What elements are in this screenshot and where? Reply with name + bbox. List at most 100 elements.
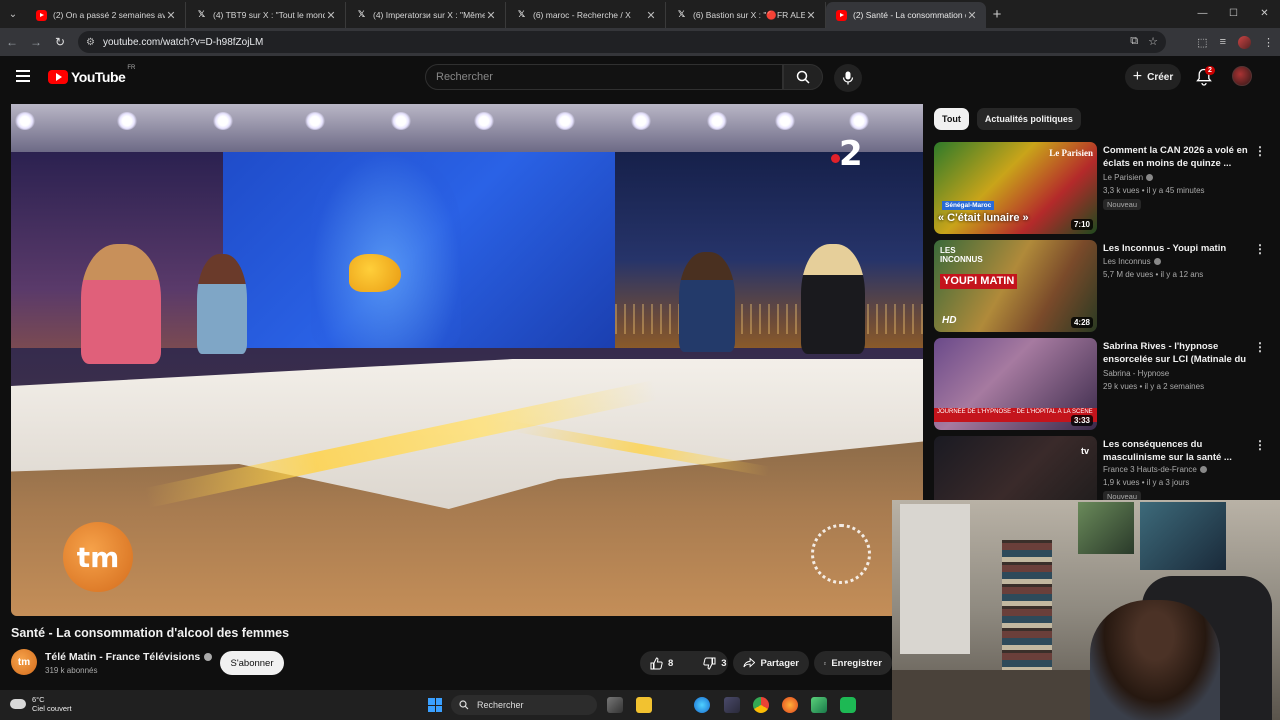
tab-close-icon[interactable]: ✕ (485, 9, 497, 22)
edge-browser-icon[interactable] (694, 697, 710, 713)
recommended-video[interactable]: tv Les conséquences du masculinisme sur … (934, 436, 1274, 500)
recommended-video-title[interactable]: Sabrina Rives - l'hypnose ensorcelée sur… (1103, 340, 1251, 366)
firefox-icon[interactable] (782, 697, 798, 713)
browser-tab-bar: ⌄ (2) On a passé 2 semaines avec ✕ 𝕏 (4)… (0, 0, 1280, 28)
recommended-channel[interactable]: France 3 Hauts-de-France (1103, 465, 1197, 474)
windows-start-icon[interactable] (428, 698, 442, 712)
create-button[interactable]: + Créer (1125, 64, 1181, 90)
reload-icon[interactable]: ↻ (48, 35, 72, 49)
media-controls-icon[interactable]: ≡ (1220, 36, 1226, 48)
share-button[interactable]: Partager (733, 651, 809, 675)
more-options-icon[interactable]: ⋮ (1254, 242, 1266, 256)
recommended-video-title[interactable]: Comment la CAN 2026 a volé en éclats en … (1103, 144, 1251, 170)
more-options-icon[interactable]: ⋮ (1254, 144, 1266, 158)
forward-arrow-icon[interactable]: → (24, 35, 48, 49)
recommended-video[interactable]: Le Parisien Sénégal-Maroc « C'était luna… (934, 142, 1274, 236)
recommended-channel[interactable]: Sabrina - Hypnose (1103, 369, 1169, 378)
store-icon[interactable] (724, 697, 740, 713)
recommended-channel-row: Le Parisien (1103, 173, 1154, 182)
thumbs-up-icon (650, 656, 663, 669)
like-button[interactable]: 8 (640, 651, 683, 675)
file-explorer-icon[interactable] (636, 697, 652, 713)
extensions-icon[interactable]: ⬚ (1197, 36, 1207, 49)
profile-avatar-icon[interactable] (1238, 35, 1251, 49)
video-thumbnail[interactable]: tv (934, 436, 1097, 500)
back-arrow-icon[interactable]: ← (0, 35, 24, 49)
more-options-icon[interactable]: ⋮ (1254, 340, 1266, 354)
chip-tout[interactable]: Tout (934, 108, 969, 130)
address-bar[interactable]: ⚙ youtube.com/watch?v=D-h98fZojLM ⧉ ☆ (78, 31, 1166, 53)
microphone-icon (842, 71, 854, 85)
more-options-icon[interactable]: ⋮ (1254, 438, 1266, 452)
browser-menu-icon[interactable]: ⋮ (1263, 36, 1274, 49)
tab-close-icon[interactable]: ✕ (645, 9, 657, 22)
browser-tab[interactable]: 𝕏 (4) Imperatorзи sur X : "Même ✕ (346, 2, 506, 28)
cast-icon[interactable]: ⧉ (1130, 35, 1138, 48)
share-arrow-icon (743, 657, 756, 668)
bookmark-icon (824, 661, 827, 665)
chrome-icon[interactable] (753, 697, 769, 713)
chip-actualites-politiques[interactable]: Actualités politiques (976, 108, 1081, 130)
close-window-icon[interactable]: ✕ (1249, 0, 1280, 28)
youtube-logo[interactable]: YouTube FR (48, 65, 135, 85)
recommended-video-title[interactable]: Les Inconnus - Youpi matin (1103, 242, 1251, 255)
channel-avatar[interactable]: tm (11, 649, 37, 675)
share-label: Partager (760, 657, 799, 669)
video-thumbnail[interactable]: LES INCONNUS YOUPI MATIN HD 4:28 (934, 240, 1097, 332)
subscriber-count: 319 k abonnés (45, 666, 98, 675)
subscribe-button[interactable]: S'abonner (220, 651, 284, 675)
video-thumbnail[interactable]: JOURNÉE DE L'HYPNOSE - DE L'HÔPITAL À LA… (934, 338, 1097, 430)
search-button[interactable] (783, 64, 823, 90)
webcam-desk (892, 670, 1112, 720)
recommended-video[interactable]: LES INCONNUS YOUPI MATIN HD 4:28 Les Inc… (934, 240, 1274, 334)
spotlight (391, 112, 411, 130)
tab-close-icon[interactable]: ✕ (165, 9, 177, 22)
dislike-button[interactable]: 3 (693, 651, 736, 675)
weather-widget[interactable]: 6°C Ciel couvert (10, 695, 72, 713)
tab-close-icon[interactable]: ✕ (966, 9, 978, 22)
browser-tab-active[interactable]: (2) Santé - La consommation d ✕ (826, 2, 986, 28)
country-code: FR (127, 65, 136, 71)
channel-name-row[interactable]: Télé Matin - France Télévisions (45, 651, 213, 663)
account-avatar[interactable] (1232, 66, 1252, 86)
recommended-channel[interactable]: Les Inconnus (1103, 257, 1151, 266)
anatomy-figure (311, 152, 461, 348)
hamburger-menu-icon[interactable] (16, 70, 30, 82)
tab-close-icon[interactable]: ✕ (805, 9, 817, 22)
video-thumbnail[interactable]: Le Parisien Sénégal-Maroc « C'était luna… (934, 142, 1097, 234)
recommended-video[interactable]: JOURNÉE DE L'HYPNOSE - DE L'HÔPITAL À LA… (934, 338, 1274, 432)
new-tab-button[interactable]: + (986, 6, 1008, 23)
presenter-figure (679, 252, 735, 352)
spotlight (474, 112, 494, 130)
bookmark-star-icon[interactable]: ☆ (1148, 35, 1158, 48)
site-info-icon[interactable]: ⚙ (86, 37, 95, 48)
browser-tab[interactable]: (2) On a passé 2 semaines avec ✕ (26, 2, 186, 28)
channel-name[interactable]: Télé Matin - France Télévisions (45, 651, 200, 663)
x-favicon-icon: 𝕏 (357, 10, 366, 20)
voice-search-button[interactable] (834, 64, 862, 92)
tab-title: (6) Bastion sur X : "🔴FR ALERT (693, 9, 805, 20)
task-view-icon[interactable] (607, 697, 623, 713)
app-icon[interactable] (840, 697, 856, 713)
recommended-video-title[interactable]: Les conséquences du masculinisme sur la … (1103, 438, 1251, 464)
like-dislike-group: 8 3 (640, 651, 728, 675)
browser-tab[interactable]: 𝕏 (4) TBT9 sur X : "Tout le monde ✕ (186, 2, 346, 28)
app-icon[interactable] (811, 697, 827, 713)
search-input[interactable]: Rechercher (425, 64, 783, 90)
spotlight (849, 112, 869, 130)
save-button[interactable]: Enregistrer (814, 651, 892, 675)
recommended-channel[interactable]: Le Parisien (1103, 173, 1143, 182)
video-title: Santé - La consommation d'alcool des fem… (11, 626, 290, 640)
browser-tab[interactable]: 𝕏 (6) maroc - Recherche / X ✕ (506, 2, 666, 28)
tab-search-chevron-icon[interactable]: ⌄ (0, 0, 26, 28)
video-player[interactable]: 2 tm (11, 104, 923, 616)
webcam-door (900, 504, 970, 654)
spotlight (305, 112, 325, 130)
spotlight (213, 112, 233, 130)
minimize-icon[interactable]: — (1187, 0, 1218, 28)
maximize-icon[interactable]: ☐ (1218, 0, 1249, 28)
taskbar-search[interactable]: Rechercher (451, 695, 597, 715)
browser-tab[interactable]: 𝕏 (6) Bastion sur X : "🔴FR ALERT ✕ (666, 2, 826, 28)
tab-close-icon[interactable]: ✕ (325, 9, 337, 22)
like-count: 8 (668, 657, 674, 669)
